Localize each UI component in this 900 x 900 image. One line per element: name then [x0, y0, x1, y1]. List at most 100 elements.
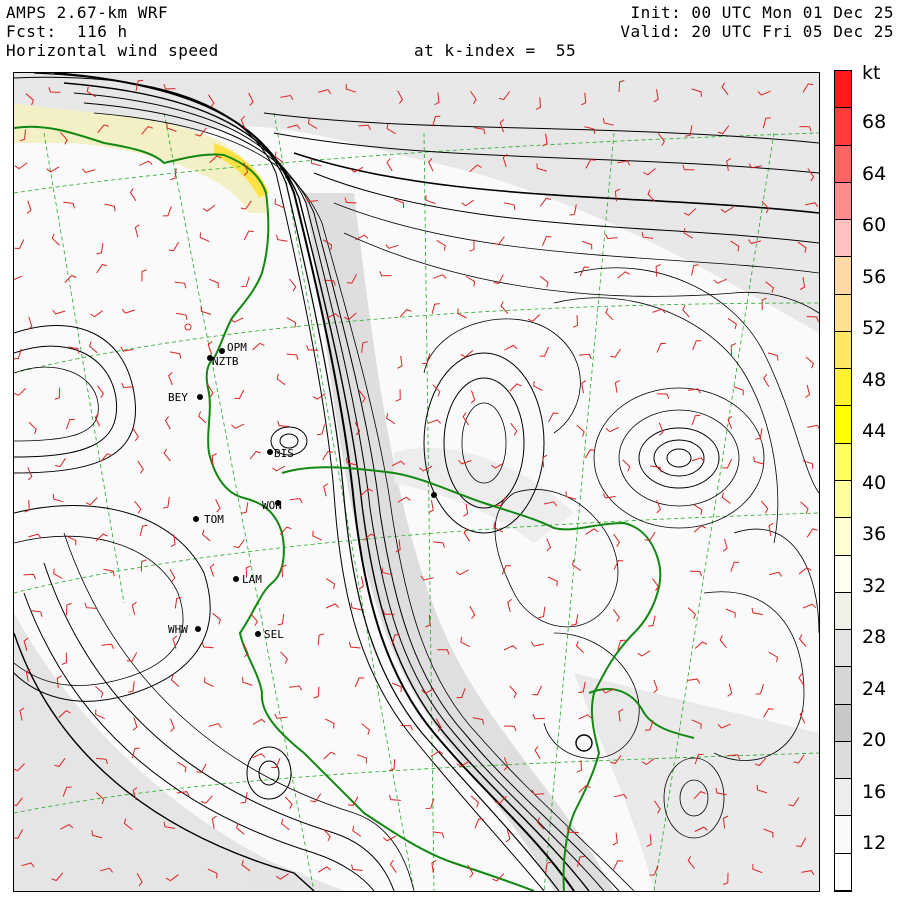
- colorbar-cell: [835, 406, 851, 444]
- wind-barb: [806, 528, 818, 538]
- wind-barb: [312, 530, 323, 541]
- colorbar-cell: [835, 667, 851, 705]
- wind-barb: [382, 835, 397, 842]
- wind-barb: [289, 685, 303, 691]
- wind-barb: [14, 348, 22, 360]
- wind-barb: [131, 601, 137, 615]
- wind-barb: [203, 677, 214, 687]
- wind-barb: [399, 308, 412, 318]
- wind-barb: [622, 459, 631, 472]
- wind-barb: [82, 168, 96, 174]
- wind-barb: [727, 317, 737, 330]
- wind-barb: [323, 751, 336, 760]
- wind-barb: [493, 236, 505, 246]
- wind-barb: [461, 199, 475, 207]
- wind-barb: [85, 497, 98, 506]
- wind-barb: [768, 651, 778, 663]
- wind-barb: [469, 605, 476, 620]
- wind-barb: [324, 718, 335, 729]
- wind-barb: [572, 315, 579, 328]
- wind-barb: [617, 271, 630, 279]
- wind-barb: [460, 350, 474, 358]
- wind-barb: [602, 493, 616, 499]
- wind-barb: [272, 465, 286, 472]
- wind-barb: [96, 243, 104, 255]
- wind-barb: [687, 678, 701, 684]
- colorbar-tick-label: 28: [862, 626, 887, 648]
- wind-barb: [199, 232, 210, 243]
- wind-barb: [240, 792, 248, 804]
- wind-barb: [95, 686, 104, 698]
- colorbar-cell: [835, 555, 851, 593]
- wind-barb: [361, 723, 370, 735]
- wind-barb: [174, 281, 187, 289]
- wind-barb: [356, 754, 367, 764]
- colorbar-cell: [835, 182, 851, 221]
- wind-barb: [605, 308, 614, 321]
- colorbar-tick-label: 64: [862, 162, 887, 185]
- wind-barb: [604, 233, 618, 240]
- wind-barb: [281, 564, 287, 578]
- wind-barb: [613, 560, 624, 570]
- wind-barb: [243, 230, 254, 241]
- wind-barb: [653, 679, 658, 694]
- wind-barb: [23, 573, 37, 580]
- wind-barb: [121, 308, 135, 314]
- colorbar-cell: [835, 331, 851, 370]
- wind-barb: [637, 650, 651, 657]
- wind-barb: [532, 685, 543, 696]
- wind-barb: [215, 499, 221, 513]
- wind-barb: [164, 416, 171, 430]
- wind-barb: [211, 815, 217, 829]
- wind-barb: [28, 533, 42, 539]
- wind-barb: [542, 454, 548, 468]
- wind-barb: [694, 641, 708, 649]
- wind-barb: [348, 642, 361, 649]
- wind-barb: [469, 239, 475, 252]
- wind-barb: [358, 576, 364, 590]
- wind-barb: [277, 420, 290, 427]
- wind-barb: [95, 709, 105, 720]
- wind-barb: [389, 794, 401, 801]
- wind-barb: [763, 373, 770, 388]
- wind-barb: [52, 309, 66, 315]
- wind-barb: [691, 414, 701, 426]
- wind-barb: [421, 353, 431, 365]
- wind-barb: [352, 825, 362, 837]
- wind-barb: [719, 635, 727, 648]
- model-title: AMPS 2.67-km WRF: [6, 3, 169, 22]
- colorbar-cell: [835, 741, 851, 780]
- wind-barb: [289, 497, 303, 504]
- wind-barb: [129, 188, 137, 202]
- station-bis: BIS: [267, 447, 294, 460]
- colorbar-cell: [835, 369, 851, 407]
- wind-barb: [532, 713, 545, 720]
- station-unnamed: [431, 492, 437, 498]
- wind-barb: [546, 538, 552, 552]
- wind-barb: [66, 602, 72, 616]
- wind-barb: [507, 598, 512, 613]
- wind-barb: [722, 538, 728, 552]
- wind-barb: [325, 603, 340, 609]
- colorbar-cell: [835, 704, 851, 742]
- wind-barb: [208, 278, 219, 289]
- wind-barb: [177, 761, 187, 773]
- wind-barb: [241, 276, 250, 288]
- wind-barb: [280, 818, 290, 831]
- wind-barb: [379, 271, 392, 277]
- wind-barb: [510, 422, 518, 436]
- svg-text:NZTB: NZTB: [212, 355, 239, 368]
- wind-barb: [436, 239, 446, 251]
- wind-barb: [733, 386, 744, 396]
- map-canvas: OPM NZTB BEY BIS WON TOM LAM WHW SEL: [14, 73, 819, 891]
- wind-barb: [431, 303, 440, 314]
- colorbar-cell: [835, 257, 851, 295]
- wind-barb: [66, 418, 75, 430]
- wind-barb: [800, 501, 809, 514]
- wind-barb: [648, 615, 656, 627]
- wind-barb: [162, 206, 172, 217]
- wind-barb: [101, 643, 115, 650]
- wind-barb: [132, 428, 139, 442]
- wind-barb: [97, 385, 105, 399]
- wind-barb: [354, 677, 365, 688]
